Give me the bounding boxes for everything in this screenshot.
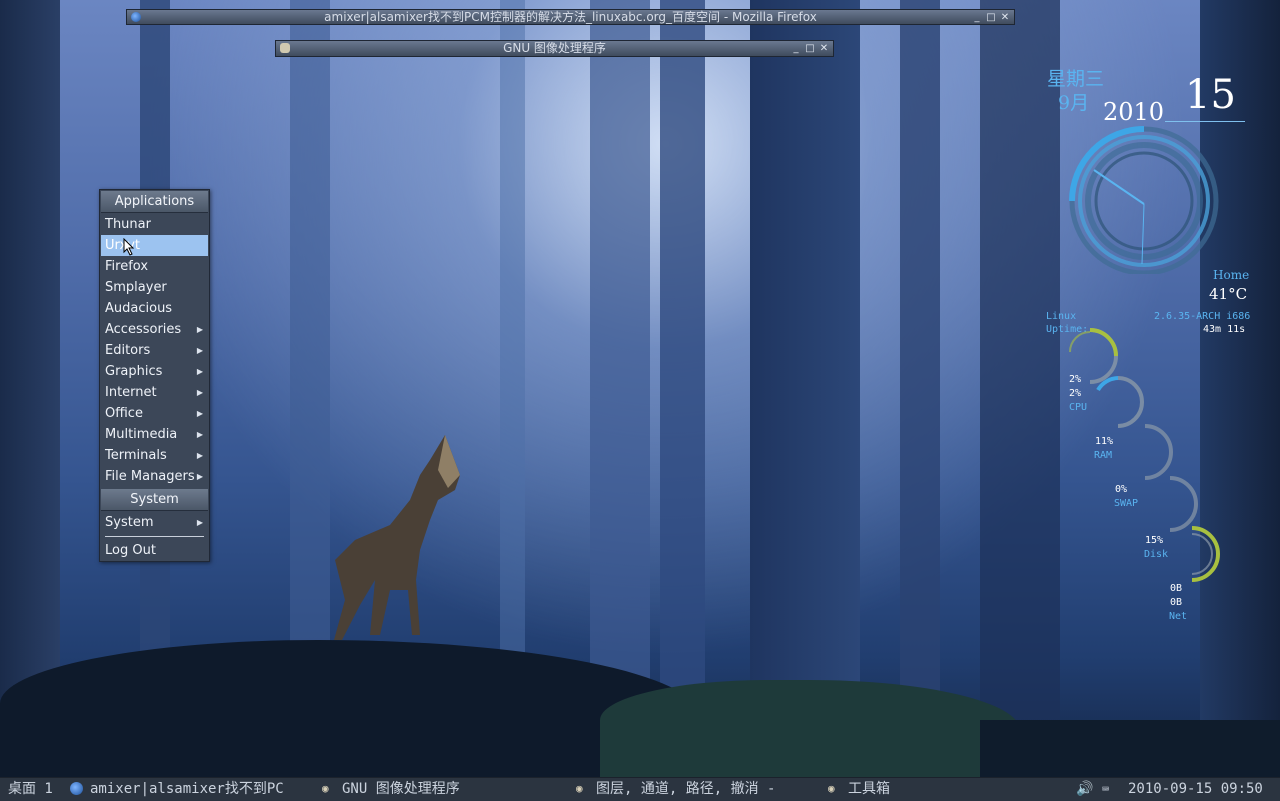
year-label: 2010 — [1103, 98, 1165, 126]
submenu-terminals[interactable]: Terminals ▶ — [101, 445, 208, 466]
cpu1-value: 2% — [1069, 374, 1082, 385]
menu-separator — [105, 536, 204, 537]
close-icon[interactable]: ✕ — [817, 41, 831, 56]
chevron-right-icon: ▶ — [196, 346, 203, 355]
taskbar: 桌面 1 amixer|alsamixer找不到PC ◉ GNU 图像处理程序 … — [0, 777, 1280, 801]
menu-header-applications: Applications — [101, 191, 208, 213]
submenu-label: Accessories — [105, 322, 182, 337]
submenu-graphics[interactable]: Graphics ▶ — [101, 361, 208, 382]
location-label: Home — [1213, 268, 1250, 282]
menu-header-system: System — [101, 489, 208, 511]
tree — [660, 0, 705, 780]
temperature-label: 41°C — [1209, 285, 1248, 303]
maximize-icon[interactable]: □ — [803, 41, 817, 56]
gimp-layers-task-icon: ◉ — [576, 782, 583, 795]
menu-item-smplayer[interactable]: Smplayer — [101, 277, 208, 298]
chevron-right-icon: ▶ — [196, 325, 203, 334]
gimp-task-icon: ◉ — [322, 782, 329, 795]
ram-value: 11% — [1095, 436, 1114, 447]
submenu-multimedia[interactable]: Multimedia ▶ — [101, 424, 208, 445]
month-label: 9月 — [1058, 92, 1090, 114]
window-title: amixer|alsamixer找不到PCM控制器的解决方法_linuxabc.… — [324, 10, 817, 24]
submenu-office[interactable]: Office ▶ — [101, 403, 208, 424]
swap-label: SWAP — [1114, 498, 1139, 509]
tree — [0, 0, 60, 780]
disk-value: 15% — [1145, 535, 1164, 546]
maximize-icon[interactable]: □ — [984, 10, 998, 25]
chevron-right-icon: ▶ — [196, 430, 203, 439]
cpu2-value: 2% — [1069, 388, 1082, 399]
net-up-value: 0B — [1170, 597, 1183, 608]
minimize-icon[interactable]: _ — [789, 41, 803, 56]
chevron-right-icon: ▶ — [196, 518, 203, 527]
applications-menu: Applications Thunar Urxvt Firefox Smplay… — [99, 189, 210, 562]
desktop-switcher[interactable]: 桌面 1 — [8, 778, 53, 800]
submenu-label: Multimedia — [105, 427, 178, 442]
tree — [900, 0, 940, 780]
net-down-value: 0B — [1170, 583, 1183, 594]
kernel-label: 2.6.35-ARCH i686 — [1154, 311, 1251, 322]
menu-item-thunar[interactable]: Thunar — [101, 214, 208, 235]
task-firefox[interactable]: amixer|alsamixer找不到PC — [90, 778, 284, 800]
weekday-label: 星期三 — [1047, 68, 1105, 90]
window-title: GNU 图像处理程序 — [503, 41, 606, 55]
chevron-right-icon: ▶ — [196, 388, 203, 397]
menu-item-urxvt[interactable]: Urxvt — [101, 235, 208, 256]
clock[interactable]: 2010-09-15 09:50 — [1128, 778, 1263, 800]
submenu-file-managers[interactable]: File Managers ▶ — [101, 466, 208, 487]
submenu-editors[interactable]: Editors ▶ — [101, 340, 208, 361]
firefox-window-titlebar[interactable]: amixer|alsamixer找不到PCM控制器的解决方法_linuxabc.… — [126, 9, 1015, 25]
gimp-toolbox-task-icon: ◉ — [828, 782, 835, 795]
rock — [600, 680, 1020, 780]
date-underline — [1165, 121, 1245, 122]
submenu-accessories[interactable]: Accessories ▶ — [101, 319, 208, 340]
wolf-silhouette — [334, 435, 460, 640]
tree — [750, 0, 860, 780]
tree — [980, 0, 1060, 780]
submenu-internet[interactable]: Internet ▶ — [101, 382, 208, 403]
submenu-system[interactable]: System ▶ — [101, 512, 208, 533]
rock — [980, 720, 1280, 780]
submenu-label: Editors — [105, 343, 151, 358]
chevron-right-icon: ▶ — [196, 472, 203, 481]
submenu-label: Terminals — [105, 448, 167, 463]
close-icon[interactable]: ✕ — [998, 10, 1012, 25]
menu-item-audacious[interactable]: Audacious — [101, 298, 208, 319]
firefox-task-icon — [70, 782, 83, 795]
day-label: 15 — [1185, 72, 1236, 118]
task-gimp[interactable]: GNU 图像处理程序 — [342, 778, 460, 800]
submenu-label: File Managers — [105, 469, 195, 484]
submenu-label: Office — [105, 406, 143, 421]
chevron-right-icon: ▶ — [196, 367, 203, 376]
disk-label: Disk — [1144, 549, 1169, 560]
ram-label: RAM — [1094, 450, 1113, 461]
gimp-window-titlebar[interactable]: GNU 图像处理程序 _ □ ✕ — [275, 40, 834, 57]
submenu-label: Internet — [105, 385, 157, 400]
gimp-icon — [280, 43, 290, 53]
analog-clock — [1069, 126, 1219, 274]
swap-value: 0% — [1115, 484, 1128, 495]
volume-icon[interactable]: 🔊 — [1076, 778, 1093, 800]
minimize-icon[interactable]: _ — [970, 10, 984, 25]
menu-item-logout[interactable]: Log Out — [101, 540, 208, 561]
net-label: Net — [1169, 611, 1188, 622]
keyboard-icon[interactable]: ⌨ — [1102, 778, 1109, 800]
tree — [590, 0, 650, 780]
submenu-label: Graphics — [105, 364, 163, 379]
submenu-label: System — [105, 515, 154, 530]
chevron-right-icon: ▶ — [196, 451, 203, 460]
chevron-right-icon: ▶ — [196, 409, 203, 418]
cpu-label: CPU — [1069, 402, 1088, 413]
task-toolbox[interactable]: 工具箱 — [848, 778, 890, 800]
menu-item-firefox[interactable]: Firefox — [101, 256, 208, 277]
task-layers[interactable]: 图层, 通道, 路径, 撤消 - — [596, 778, 775, 800]
firefox-icon — [131, 12, 141, 22]
mouse-cursor-icon — [123, 238, 135, 256]
os-label: Linux — [1046, 311, 1077, 322]
